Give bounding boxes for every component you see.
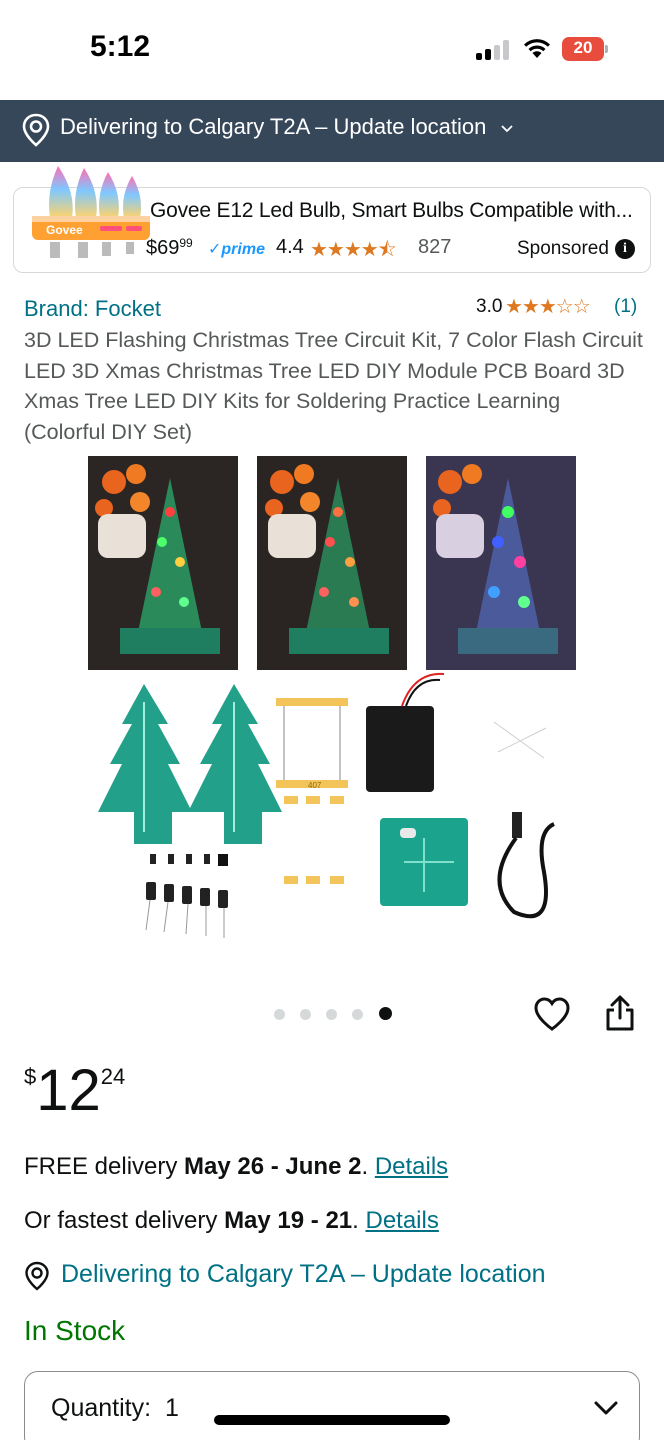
product-rating[interactable]: 3.0 — [476, 296, 502, 318]
quantity-select[interactable]: Quantity: 1 — [24, 1371, 640, 1440]
free-delivery-dates: May 26 - June 2 — [184, 1153, 362, 1180]
fast-delivery-dates: May 19 - 21 — [224, 1207, 353, 1234]
signal-icon — [476, 40, 510, 60]
ad-brand-on-box: Govee — [46, 223, 83, 237]
photo-tree-3 — [426, 456, 576, 670]
chevron-down-icon — [501, 125, 513, 133]
pcb-base — [380, 818, 468, 906]
capacitors — [145, 854, 228, 938]
photo-tree-2 — [257, 456, 407, 670]
status-bar: 5:12 20 — [0, 0, 664, 100]
battery-icon: 20 — [562, 37, 608, 61]
sponsored-label: Sponsored — [517, 238, 609, 259]
carousel-dot-5[interactable] — [379, 1007, 392, 1020]
ad-price-fraction: 99 — [179, 236, 193, 250]
product-star-rating[interactable]: ★★★☆☆ — [505, 294, 591, 319]
quantity-value: 1 — [164, 1394, 179, 1422]
free-delivery-suffix: . — [361, 1153, 375, 1180]
leds — [490, 714, 550, 774]
location-pin-icon — [22, 113, 50, 147]
sponsored-ad-card[interactable]: Govee Govee E12 Led Bulb, Smart Bulbs Co… — [13, 166, 651, 273]
prime-badge: ✓prime — [208, 241, 265, 258]
ad-price-whole: $69 — [146, 237, 180, 259]
product-review-count[interactable]: (1) — [614, 296, 637, 318]
price-whole: 12 — [36, 1058, 101, 1123]
photo-tree-1 — [88, 456, 238, 670]
free-delivery-line: FREE delivery May 26 - June 2. Details — [24, 1153, 448, 1181]
usb-cable — [497, 812, 556, 919]
resistors: 407 — [276, 698, 348, 884]
product-title: 3D LED Flashing Christmas Tree Circuit K… — [24, 328, 643, 444]
price-symbol: $ — [24, 1064, 37, 1089]
status-time: 5:12 — [90, 30, 151, 63]
quantity-label: Quantity: 1 — [51, 1394, 179, 1423]
price-fraction: 24 — [100, 1064, 126, 1089]
carousel-dot-1[interactable] — [274, 1009, 285, 1020]
product-image[interactable]: 407 — [84, 452, 580, 950]
location-banner-text: Delivering to Calgary T2A – Update locat… — [60, 114, 487, 139]
share-icon[interactable] — [604, 994, 636, 1032]
fast-delivery-details-link[interactable]: Details — [365, 1207, 438, 1234]
location-pin-icon — [25, 1261, 49, 1291]
ad-price: $6999 — [146, 236, 193, 260]
ad-review-count: 827 — [418, 236, 452, 258]
quantity-label-text: Quantity: — [51, 1394, 152, 1422]
wifi-icon — [524, 39, 550, 58]
home-indicator — [214, 1415, 450, 1425]
ad-product-image: Govee — [32, 166, 150, 258]
fast-delivery-suffix: . — [352, 1207, 366, 1234]
battery-level: 20 — [573, 38, 593, 57]
chevron-down-icon — [594, 1401, 618, 1415]
delivery-location-text: Delivering to Calgary T2A – Update locat… — [61, 1260, 546, 1288]
free-delivery-prefix: FREE delivery — [24, 1153, 185, 1180]
free-delivery-details-link[interactable]: Details — [375, 1153, 448, 1180]
fastest-delivery-line: Or fastest delivery May 19 - 21. Details — [24, 1207, 439, 1235]
product-price: $1224 — [24, 1057, 125, 1124]
info-icon[interactable]: i — [615, 239, 635, 259]
carousel-dot-4[interactable] — [352, 1009, 363, 1020]
carousel-indicator[interactable] — [272, 1007, 402, 1021]
stock-status: In Stock — [24, 1315, 126, 1346]
resistor-label: 407 — [308, 781, 322, 790]
battery-box — [366, 672, 445, 792]
location-banner[interactable]: Delivering to Calgary T2A – Update locat… — [0, 100, 664, 162]
ad-star-rating: ★★★★⯪ — [310, 239, 397, 261]
ad-rating: 4.4 — [276, 236, 304, 258]
ad-title[interactable]: Govee E12 Led Bulb, Smart Bulbs Compatib… — [150, 199, 633, 223]
fast-delivery-prefix: Or fastest delivery — [24, 1207, 225, 1234]
carousel-dot-2[interactable] — [300, 1009, 311, 1020]
brand-link[interactable]: Brand: Focket — [24, 296, 161, 322]
heart-icon[interactable] — [533, 996, 571, 1032]
carousel-dot-3[interactable] — [326, 1009, 337, 1020]
pcb-trees — [98, 684, 282, 844]
